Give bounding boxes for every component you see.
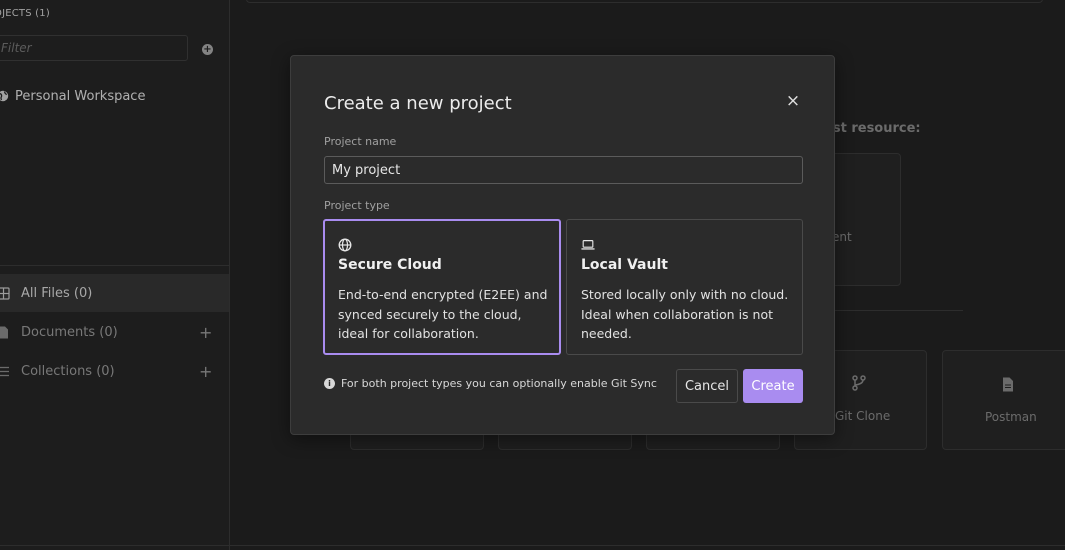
info-icon: i [324, 378, 335, 389]
create-project-modal: Create a new project × Project name Proj… [290, 55, 835, 435]
cancel-button[interactable]: Cancel [676, 369, 738, 403]
git-sync-info: i For both project types you can optiona… [324, 377, 657, 390]
modal-title: Create a new project [324, 93, 512, 114]
laptop-icon [581, 240, 595, 250]
local-vault-description: Stored locally only with no cloud. Ideal… [581, 287, 789, 341]
globe-icon [338, 238, 352, 252]
local-vault-title: Local Vault [581, 257, 668, 273]
git-sync-info-text: For both project types you can optionall… [341, 377, 657, 390]
secure-cloud-title: Secure Cloud [338, 257, 442, 273]
close-icon[interactable]: × [784, 92, 802, 110]
project-type-secure-cloud[interactable]: Secure Cloud End-to-end encrypted (E2EE)… [323, 219, 561, 355]
project-type-local-vault[interactable]: Local Vault Stored locally only with no … [566, 219, 803, 355]
create-button[interactable]: Create [743, 369, 803, 403]
project-name-label: Project name [324, 135, 397, 148]
project-type-label: Project type [324, 199, 390, 212]
secure-cloud-description: End-to-end encrypted (E2EE) and synced s… [338, 287, 548, 341]
project-name-input[interactable] [324, 156, 803, 184]
